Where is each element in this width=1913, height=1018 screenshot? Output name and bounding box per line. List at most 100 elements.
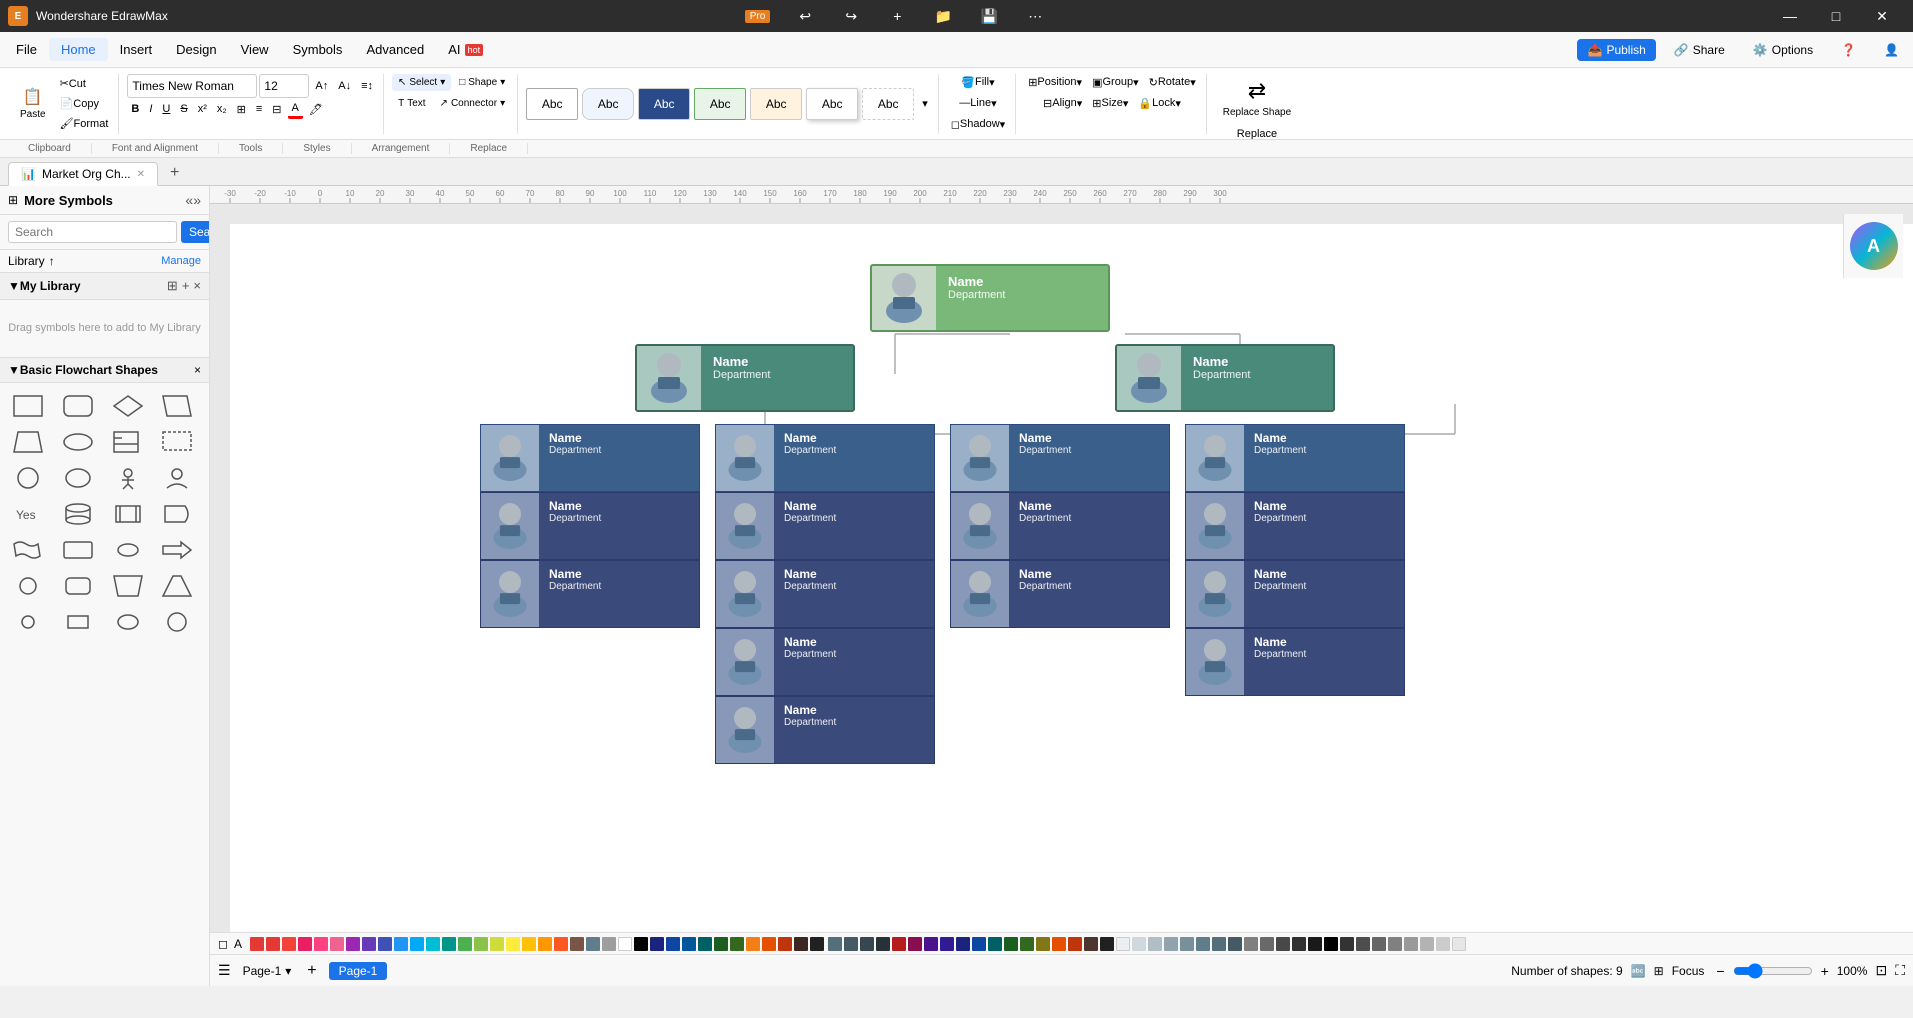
color-ext-37[interactable] <box>1404 937 1418 951</box>
color-ext-32[interactable] <box>1324 937 1338 951</box>
color-swatch-yellow2[interactable] <box>746 937 760 951</box>
my-library-header[interactable]: ▼ My Library ⊞ + × <box>0 273 209 300</box>
panel-collapse-btn[interactable]: «» <box>185 192 201 208</box>
shapes-close-btn[interactable]: × <box>194 363 201 377</box>
text-tool-btn[interactable]: TText <box>392 95 431 112</box>
color-ext-9[interactable] <box>956 937 970 951</box>
shape-circle[interactable] <box>8 463 48 493</box>
style-box-6[interactable]: Abc <box>806 88 858 120</box>
color-ext-23[interactable] <box>1180 937 1194 951</box>
color-swatch-green3[interactable] <box>730 937 744 951</box>
color-ext-2[interactable] <box>844 937 858 951</box>
font-family-input[interactable] <box>127 74 257 98</box>
replace-btn[interactable]: Replace <box>1233 126 1281 141</box>
shape-diamond[interactable] <box>108 391 148 421</box>
zoom-level[interactable]: 100% <box>1837 964 1868 978</box>
color-swatch-pink3[interactable] <box>330 937 344 951</box>
color-ext-25[interactable] <box>1212 937 1226 951</box>
shape-rounded-rect[interactable] <box>58 391 98 421</box>
color-swatch-black2[interactable] <box>634 937 648 951</box>
fit-page-btn[interactable]: ⊡ <box>1875 962 1887 979</box>
zoom-in-btn[interactable]: + <box>1817 963 1833 979</box>
color-swatch-teal[interactable] <box>442 937 456 951</box>
shape-person[interactable] <box>108 463 148 493</box>
paste-btn[interactable]: 📋 Paste <box>14 84 52 123</box>
open-file-btn[interactable]: 📁 <box>920 0 966 32</box>
color-ext-4[interactable] <box>876 937 890 951</box>
select-tool-btn[interactable]: ↖Select▾ <box>392 74 451 91</box>
menu-design[interactable]: Design <box>164 38 228 61</box>
font-size-input[interactable] <box>259 74 309 98</box>
line-btn[interactable]: — Line ▾ <box>955 95 1000 112</box>
style-box-3[interactable]: Abc <box>638 88 690 120</box>
col3-row1[interactable]: NameDepartment <box>950 424 1170 492</box>
color-ext-31[interactable] <box>1308 937 1322 951</box>
col2-row1[interactable]: NameDepartment <box>715 424 935 492</box>
outdent-btn[interactable]: ⊟ <box>268 101 285 118</box>
color-ext-13[interactable] <box>1020 937 1034 951</box>
col3-row2[interactable]: NameDepartment <box>950 492 1170 560</box>
shape-ellipse[interactable] <box>58 463 98 493</box>
superscript-btn[interactable]: x² <box>194 101 211 117</box>
l1-right-node[interactable]: Name Department <box>1115 344 1335 412</box>
col3-row3[interactable]: NameDepartment <box>950 560 1170 628</box>
fit-icon[interactable]: ⊞ <box>1654 964 1664 978</box>
color-ext-26[interactable] <box>1228 937 1242 951</box>
shape-rect3[interactable] <box>58 571 98 601</box>
italic-btn[interactable]: I <box>145 101 156 117</box>
color-ext-5[interactable] <box>892 937 906 951</box>
fullscreen-btn[interactable]: ⛶ <box>1895 962 1905 979</box>
color-ext-27[interactable] <box>1244 937 1258 951</box>
color-swatch-light-green[interactable] <box>474 937 488 951</box>
color-ext-33[interactable] <box>1340 937 1354 951</box>
col2-row4[interactable]: NameDepartment <box>715 628 935 696</box>
color-swatch-blue-dark[interactable] <box>378 937 392 951</box>
color-ext-39[interactable] <box>1436 937 1450 951</box>
col4-row3[interactable]: NameDepartment <box>1185 560 1405 628</box>
shape-proc[interactable] <box>108 499 148 529</box>
color-ext-8[interactable] <box>940 937 954 951</box>
color-swatch-blue3[interactable] <box>682 937 696 951</box>
l1-left-node[interactable]: Name Department <box>635 344 855 412</box>
color-ext-34[interactable] <box>1356 937 1370 951</box>
shape-delayed[interactable] <box>157 499 197 529</box>
color-ext-17[interactable] <box>1084 937 1098 951</box>
color-ext-14[interactable] <box>1036 937 1050 951</box>
shape-doc[interactable] <box>157 427 197 457</box>
color-ext-21[interactable] <box>1148 937 1162 951</box>
font-size-down-btn[interactable]: A↓ <box>334 78 355 94</box>
zoom-slider[interactable] <box>1733 963 1813 979</box>
color-swatch-orange2[interactable] <box>762 937 776 951</box>
shape-oval[interactable] <box>58 427 98 457</box>
highlight-btn[interactable]: 🖊 <box>305 101 327 118</box>
maximize-btn[interactable]: □ <box>1813 0 1859 32</box>
shape-hex[interactable] <box>108 535 148 565</box>
shape-wave[interactable] <box>8 535 48 565</box>
color-swatch-blue2[interactable] <box>666 937 680 951</box>
copy-btn[interactable]: 📄 Copy <box>56 95 113 112</box>
ai-assistant-btn[interactable]: A <box>1850 222 1898 270</box>
page-indicator[interactable]: Page-1 ▾ <box>239 962 296 980</box>
style-box-7[interactable]: Abc <box>862 88 914 120</box>
position-btn[interactable]: ⊞ Position ▾ <box>1024 74 1086 91</box>
font-size-up-btn[interactable]: A↑ <box>311 78 332 94</box>
color-ext-11[interactable] <box>988 937 1002 951</box>
shape-tool-btn[interactable]: □Shape▾ <box>453 74 511 91</box>
connector-tool-btn[interactable]: ↗Connector▾ <box>434 95 512 112</box>
lock-btn[interactable]: 🔒 Lock ▾ <box>1134 95 1184 112</box>
fill-btn[interactable]: 🪣 Fill ▾ <box>957 74 998 91</box>
color-swatch-cyan[interactable] <box>426 937 440 951</box>
menu-advanced[interactable]: Advanced <box>354 38 436 61</box>
more-btn[interactable]: ⋯ <box>1012 0 1058 32</box>
color-swatch-indigo[interactable] <box>362 937 376 951</box>
col2-row2[interactable]: NameDepartment <box>715 492 935 560</box>
color-swatch-red3[interactable] <box>778 937 792 951</box>
font-color-btn[interactable]: A <box>288 100 303 119</box>
add-tab-btn[interactable]: + <box>162 161 187 185</box>
indent-btn[interactable]: ⊞ <box>233 101 250 118</box>
menu-file[interactable]: File <box>4 38 49 61</box>
color-ext-40[interactable] <box>1452 937 1466 951</box>
menu-home[interactable]: Home <box>49 38 108 61</box>
color-ext-1[interactable] <box>828 937 842 951</box>
subscript-btn[interactable]: x₂ <box>213 101 231 117</box>
